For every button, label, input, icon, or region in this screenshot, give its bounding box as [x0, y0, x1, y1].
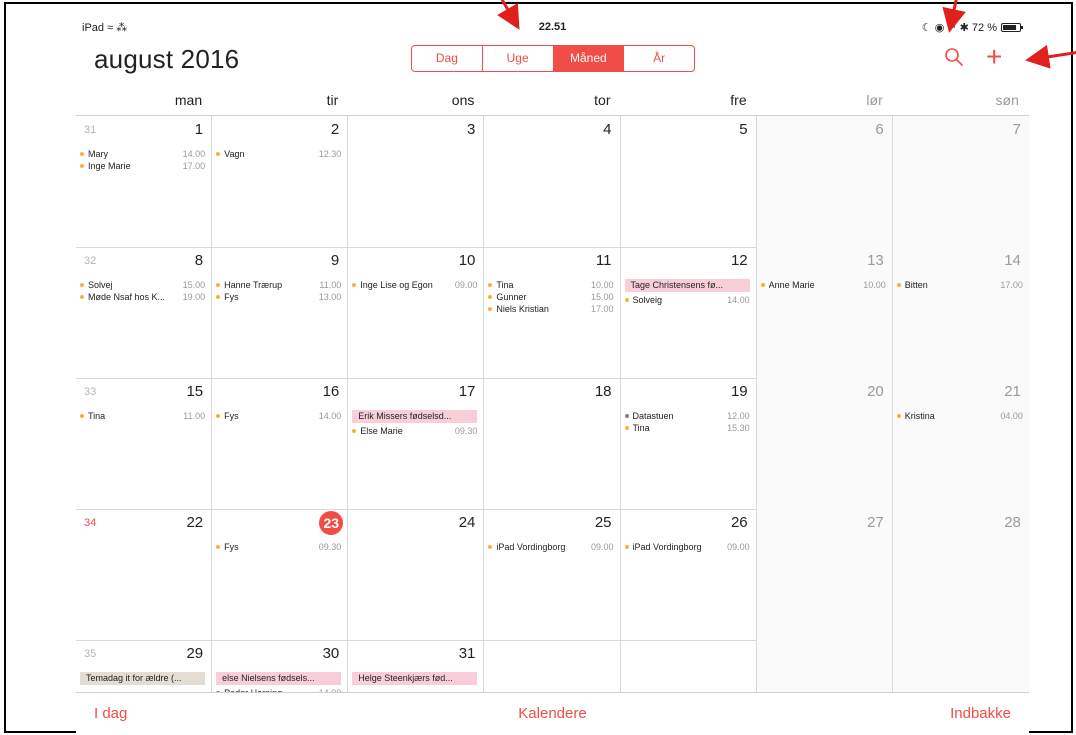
arrow-to-plus	[1025, 44, 1076, 69]
arrow-to-time	[497, 0, 520, 30]
annotation-arrows	[497, 0, 1076, 69]
arrow-to-search	[942, 0, 966, 33]
